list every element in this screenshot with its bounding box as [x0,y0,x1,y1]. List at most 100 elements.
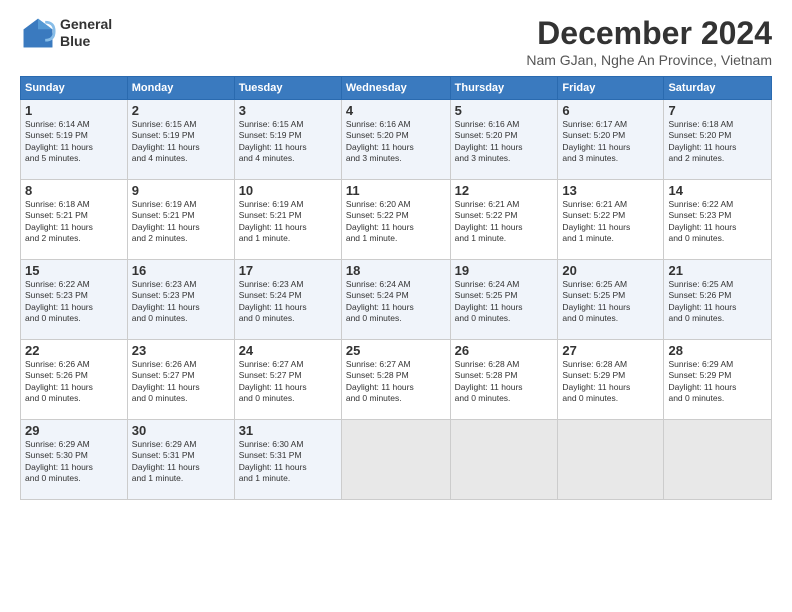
day-cell: 8Sunrise: 6:18 AM Sunset: 5:21 PM Daylig… [21,180,128,260]
day-number: 29 [25,423,123,438]
day-cell [450,420,558,500]
day-number: 25 [346,343,446,358]
day-cell: 12Sunrise: 6:21 AM Sunset: 5:22 PM Dayli… [450,180,558,260]
day-info: Sunrise: 6:15 AM Sunset: 5:19 PM Dayligh… [239,119,337,165]
col-header-monday: Monday [127,77,234,100]
day-info: Sunrise: 6:20 AM Sunset: 5:22 PM Dayligh… [346,199,446,245]
day-cell: 13Sunrise: 6:21 AM Sunset: 5:22 PM Dayli… [558,180,664,260]
day-number: 26 [455,343,554,358]
col-header-sunday: Sunday [21,77,128,100]
day-number: 12 [455,183,554,198]
day-number: 21 [668,263,767,278]
day-number: 13 [562,183,659,198]
day-number: 2 [132,103,230,118]
week-row: 22Sunrise: 6:26 AM Sunset: 5:26 PM Dayli… [21,340,772,420]
day-info: Sunrise: 6:29 AM Sunset: 5:31 PM Dayligh… [132,439,230,485]
day-info: Sunrise: 6:17 AM Sunset: 5:20 PM Dayligh… [562,119,659,165]
day-cell: 10Sunrise: 6:19 AM Sunset: 5:21 PM Dayli… [234,180,341,260]
day-number: 22 [25,343,123,358]
day-info: Sunrise: 6:28 AM Sunset: 5:29 PM Dayligh… [562,359,659,405]
day-number: 20 [562,263,659,278]
day-cell: 22Sunrise: 6:26 AM Sunset: 5:26 PM Dayli… [21,340,128,420]
day-cell: 16Sunrise: 6:23 AM Sunset: 5:23 PM Dayli… [127,260,234,340]
day-info: Sunrise: 6:21 AM Sunset: 5:22 PM Dayligh… [562,199,659,245]
day-cell: 3Sunrise: 6:15 AM Sunset: 5:19 PM Daylig… [234,100,341,180]
day-cell: 27Sunrise: 6:28 AM Sunset: 5:29 PM Dayli… [558,340,664,420]
logo: General Blue [20,15,112,51]
day-cell: 21Sunrise: 6:25 AM Sunset: 5:26 PM Dayli… [664,260,772,340]
day-number: 1 [25,103,123,118]
day-number: 5 [455,103,554,118]
day-cell: 25Sunrise: 6:27 AM Sunset: 5:28 PM Dayli… [341,340,450,420]
day-info: Sunrise: 6:29 AM Sunset: 5:30 PM Dayligh… [25,439,123,485]
day-info: Sunrise: 6:14 AM Sunset: 5:19 PM Dayligh… [25,119,123,165]
day-info: Sunrise: 6:16 AM Sunset: 5:20 PM Dayligh… [346,119,446,165]
day-number: 23 [132,343,230,358]
day-cell: 5Sunrise: 6:16 AM Sunset: 5:20 PM Daylig… [450,100,558,180]
day-info: Sunrise: 6:18 AM Sunset: 5:20 PM Dayligh… [668,119,767,165]
day-cell: 24Sunrise: 6:27 AM Sunset: 5:27 PM Dayli… [234,340,341,420]
month-title: December 2024 [526,15,772,52]
day-number: 28 [668,343,767,358]
title-block: December 2024 Nam GJan, Nghe An Province… [526,15,772,68]
day-cell: 28Sunrise: 6:29 AM Sunset: 5:29 PM Dayli… [664,340,772,420]
day-number: 3 [239,103,337,118]
day-info: Sunrise: 6:19 AM Sunset: 5:21 PM Dayligh… [239,199,337,245]
day-cell: 31Sunrise: 6:30 AM Sunset: 5:31 PM Dayli… [234,420,341,500]
col-header-tuesday: Tuesday [234,77,341,100]
day-number: 9 [132,183,230,198]
calendar-table: SundayMondayTuesdayWednesdayThursdayFrid… [20,76,772,500]
day-info: Sunrise: 6:15 AM Sunset: 5:19 PM Dayligh… [132,119,230,165]
day-info: Sunrise: 6:22 AM Sunset: 5:23 PM Dayligh… [25,279,123,325]
day-info: Sunrise: 6:18 AM Sunset: 5:21 PM Dayligh… [25,199,123,245]
day-info: Sunrise: 6:21 AM Sunset: 5:22 PM Dayligh… [455,199,554,245]
week-row: 29Sunrise: 6:29 AM Sunset: 5:30 PM Dayli… [21,420,772,500]
day-number: 14 [668,183,767,198]
day-cell: 14Sunrise: 6:22 AM Sunset: 5:23 PM Dayli… [664,180,772,260]
day-cell: 23Sunrise: 6:26 AM Sunset: 5:27 PM Dayli… [127,340,234,420]
location: Nam GJan, Nghe An Province, Vietnam [526,52,772,68]
day-cell: 19Sunrise: 6:24 AM Sunset: 5:25 PM Dayli… [450,260,558,340]
day-number: 27 [562,343,659,358]
day-cell [664,420,772,500]
day-info: Sunrise: 6:24 AM Sunset: 5:24 PM Dayligh… [346,279,446,325]
week-row: 8Sunrise: 6:18 AM Sunset: 5:21 PM Daylig… [21,180,772,260]
day-number: 4 [346,103,446,118]
day-info: Sunrise: 6:25 AM Sunset: 5:25 PM Dayligh… [562,279,659,325]
day-info: Sunrise: 6:26 AM Sunset: 5:27 PM Dayligh… [132,359,230,405]
day-info: Sunrise: 6:23 AM Sunset: 5:23 PM Dayligh… [132,279,230,325]
day-number: 24 [239,343,337,358]
day-number: 15 [25,263,123,278]
day-cell: 17Sunrise: 6:23 AM Sunset: 5:24 PM Dayli… [234,260,341,340]
week-row: 1Sunrise: 6:14 AM Sunset: 5:19 PM Daylig… [21,100,772,180]
day-info: Sunrise: 6:26 AM Sunset: 5:26 PM Dayligh… [25,359,123,405]
day-cell: 4Sunrise: 6:16 AM Sunset: 5:20 PM Daylig… [341,100,450,180]
day-cell [558,420,664,500]
day-number: 18 [346,263,446,278]
col-header-wednesday: Wednesday [341,77,450,100]
day-number: 10 [239,183,337,198]
day-info: Sunrise: 6:25 AM Sunset: 5:26 PM Dayligh… [668,279,767,325]
day-cell: 6Sunrise: 6:17 AM Sunset: 5:20 PM Daylig… [558,100,664,180]
day-info: Sunrise: 6:27 AM Sunset: 5:28 PM Dayligh… [346,359,446,405]
col-header-thursday: Thursday [450,77,558,100]
day-cell: 2Sunrise: 6:15 AM Sunset: 5:19 PM Daylig… [127,100,234,180]
day-info: Sunrise: 6:24 AM Sunset: 5:25 PM Dayligh… [455,279,554,325]
day-number: 6 [562,103,659,118]
day-number: 31 [239,423,337,438]
day-cell: 26Sunrise: 6:28 AM Sunset: 5:28 PM Dayli… [450,340,558,420]
week-row: 15Sunrise: 6:22 AM Sunset: 5:23 PM Dayli… [21,260,772,340]
col-header-saturday: Saturday [664,77,772,100]
day-info: Sunrise: 6:23 AM Sunset: 5:24 PM Dayligh… [239,279,337,325]
header: General Blue December 2024 Nam GJan, Ngh… [20,15,772,68]
day-cell: 20Sunrise: 6:25 AM Sunset: 5:25 PM Dayli… [558,260,664,340]
day-number: 8 [25,183,123,198]
day-number: 11 [346,183,446,198]
day-number: 16 [132,263,230,278]
day-cell: 11Sunrise: 6:20 AM Sunset: 5:22 PM Dayli… [341,180,450,260]
day-number: 17 [239,263,337,278]
day-cell: 1Sunrise: 6:14 AM Sunset: 5:19 PM Daylig… [21,100,128,180]
day-info: Sunrise: 6:27 AM Sunset: 5:27 PM Dayligh… [239,359,337,405]
day-cell: 7Sunrise: 6:18 AM Sunset: 5:20 PM Daylig… [664,100,772,180]
logo-text: General Blue [60,16,112,50]
